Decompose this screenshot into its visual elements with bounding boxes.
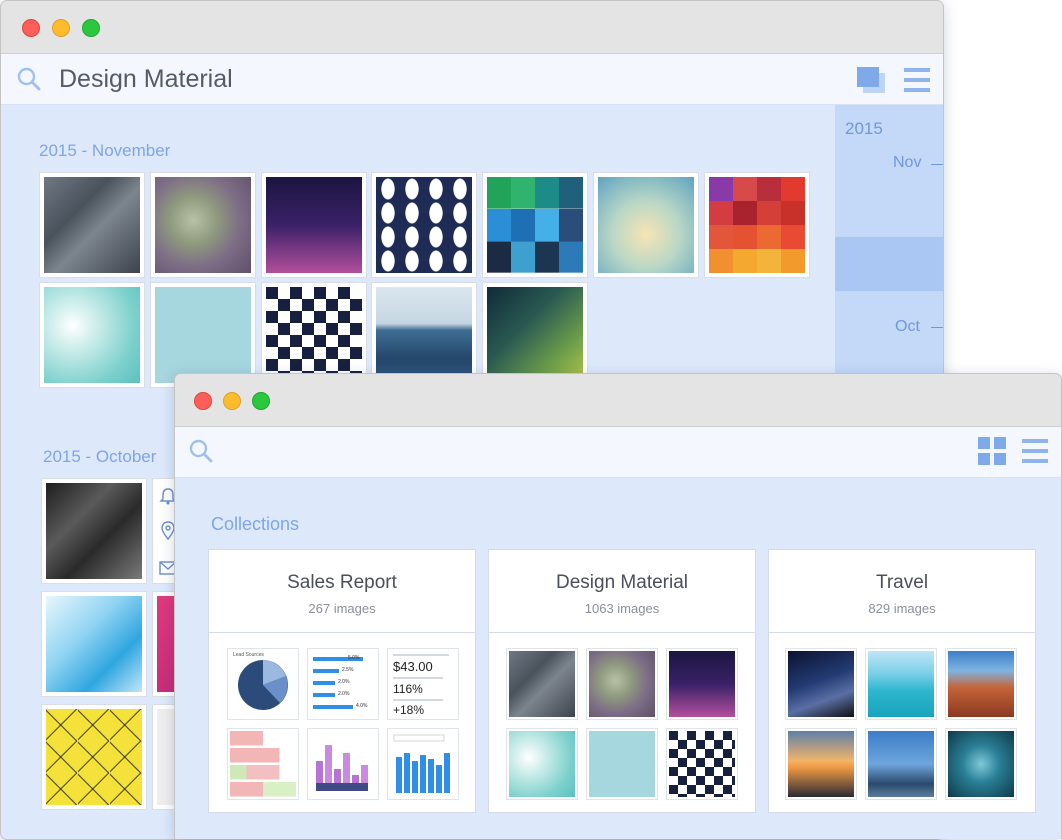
report-thumbnail-kpi[interactable]: $43.00 116% +18% xyxy=(387,648,459,720)
report-thumbnail-bars[interactable]: 5.0% 2.5% 2.0% 2.0% 4.0% xyxy=(307,648,379,720)
minimize-button[interactable] xyxy=(52,19,70,37)
collection-header: Design Material 1063 images xyxy=(489,550,755,633)
photo-thumbnail[interactable] xyxy=(593,172,699,278)
timeline-month-nov[interactable]: Nov xyxy=(893,154,921,172)
collection-title: Travel xyxy=(875,572,929,593)
title-bar xyxy=(1,1,943,54)
collection-thumbnail[interactable] xyxy=(586,648,658,720)
timeline-tick xyxy=(931,164,943,165)
timeline-month-oct[interactable]: Oct xyxy=(895,318,920,336)
close-button[interactable] xyxy=(194,392,212,410)
collection-thumbnail[interactable] xyxy=(586,728,658,800)
photo-thumbnail[interactable] xyxy=(39,172,145,278)
collection-count: 267 images xyxy=(308,601,376,616)
bar-value: 2.0% xyxy=(338,679,350,685)
collection-header: Sales Report 267 images xyxy=(209,550,475,633)
minimize-button[interactable] xyxy=(223,392,241,410)
collection-card-design-material[interactable]: Design Material 1063 images xyxy=(488,549,756,813)
travel-thumbnail[interactable] xyxy=(945,728,1017,800)
collection-thumbnail[interactable] xyxy=(506,648,578,720)
photo-thumbnail[interactable] xyxy=(41,704,147,810)
zoom-button[interactable] xyxy=(252,392,270,410)
travel-thumbnail[interactable] xyxy=(865,728,937,800)
timeline[interactable]: 2015 Nov Oct xyxy=(835,105,943,375)
bar-value: 2.5% xyxy=(342,667,354,673)
bar-value: 2.0% xyxy=(338,691,350,697)
list-view-icon[interactable] xyxy=(904,67,930,93)
collection-title: Design Material xyxy=(556,572,688,593)
collection-count: 1063 images xyxy=(584,601,660,616)
collection-card-travel[interactable]: Travel 829 images xyxy=(768,549,1036,813)
photo-thumbnail[interactable] xyxy=(41,478,147,584)
section-label-november: 2015 - November xyxy=(39,141,171,160)
pie-chart-icon xyxy=(238,660,288,710)
bar-chart-icon xyxy=(393,734,450,793)
collection-count: 829 images xyxy=(868,601,936,616)
title-bar xyxy=(175,374,1061,427)
bar-value: 5.0% xyxy=(348,655,360,661)
photo-thumbnail[interactable] xyxy=(39,282,145,388)
kpi-percent: 116% xyxy=(393,682,423,696)
section-label-october: 2015 - October xyxy=(43,447,157,466)
collection-header: Travel 829 images xyxy=(769,550,1035,633)
column-chart-icon xyxy=(316,745,368,791)
kpi-price: $43.00 xyxy=(393,659,433,674)
collection-thumbnail[interactable] xyxy=(666,728,738,800)
report-thumbnail-blue-bars[interactable] xyxy=(387,728,459,800)
collections-heading: Collections xyxy=(211,514,300,534)
search-bar xyxy=(175,427,1061,478)
timeline-selection[interactable] xyxy=(835,237,943,291)
list-view-icon[interactable] xyxy=(1022,438,1048,464)
search-icon[interactable] xyxy=(189,439,213,463)
zoom-button[interactable] xyxy=(82,19,100,37)
search-bar: Design Material xyxy=(1,54,943,105)
travel-thumbnail[interactable] xyxy=(785,728,857,800)
bar-value: 4.0% xyxy=(356,703,368,709)
stack-view-icon[interactable] xyxy=(855,66,887,94)
travel-thumbnail[interactable] xyxy=(945,648,1017,720)
collection-thumbnail[interactable] xyxy=(506,728,578,800)
photo-thumbnail[interactable] xyxy=(41,591,147,697)
collection-thumbnail[interactable] xyxy=(666,648,738,720)
kpi-change: +18% xyxy=(393,703,425,717)
travel-thumbnail[interactable] xyxy=(865,648,937,720)
report-thumbnail-pie[interactable]: Lead Sources xyxy=(227,648,299,720)
collection-card-sales-report[interactable]: Sales Report 267 images Lead Sources 5.0… xyxy=(208,549,476,813)
grid-view-icon[interactable] xyxy=(978,437,1006,465)
travel-thumbnail[interactable] xyxy=(785,648,857,720)
photo-thumbnail[interactable] xyxy=(261,172,367,278)
close-button[interactable] xyxy=(22,19,40,37)
photo-thumbnail[interactable] xyxy=(482,172,588,278)
photo-thumbnail[interactable] xyxy=(150,172,256,278)
search-icon[interactable] xyxy=(17,67,41,91)
collection-title: Sales Report xyxy=(287,572,397,593)
report-thumbnail-columns[interactable] xyxy=(307,728,379,800)
photo-thumbnail[interactable] xyxy=(704,172,810,278)
timeline-tick xyxy=(931,327,943,328)
report-thumbnail-table[interactable] xyxy=(227,728,299,800)
timeline-year: 2015 xyxy=(845,119,883,138)
photo-thumbnail[interactable] xyxy=(371,172,477,278)
front-window: Collections Sales Report 267 images Lead… xyxy=(174,373,1062,839)
search-query[interactable]: Design Material xyxy=(59,65,233,94)
